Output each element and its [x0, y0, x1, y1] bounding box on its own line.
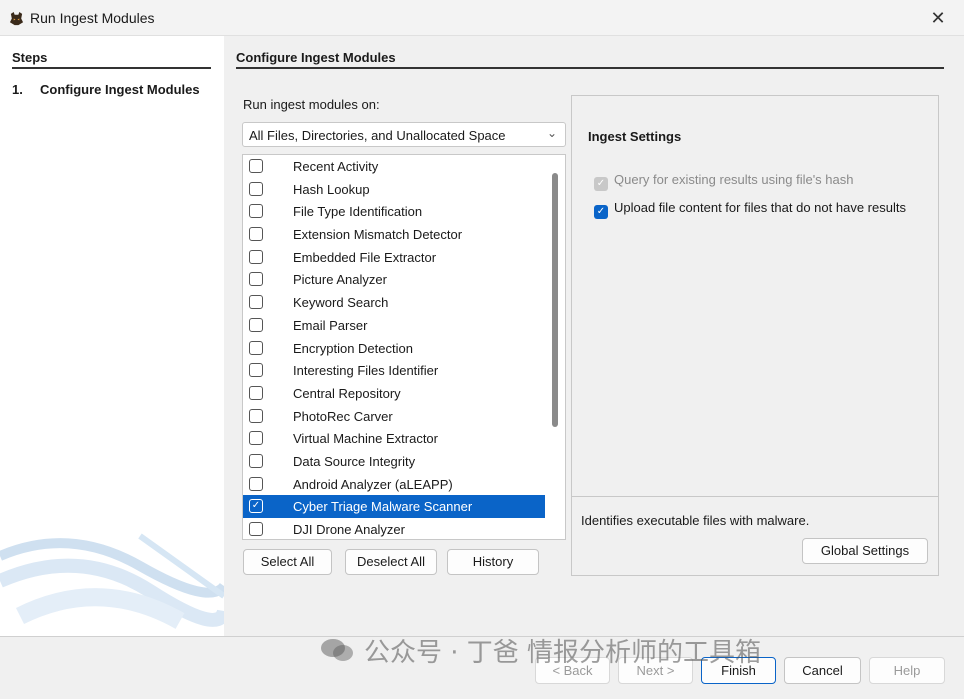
- module-label: Extension Mismatch Detector: [293, 227, 463, 243]
- checkbox-icon[interactable]: [249, 408, 263, 423]
- module-row[interactable]: Data Source Integrity: [243, 450, 545, 473]
- module-label: Virtual Machine Extractor: [293, 431, 438, 447]
- checkbox-icon[interactable]: [249, 317, 263, 332]
- module-label: PhotoRec Carver: [293, 408, 393, 424]
- run-on-dropdown[interactable]: All Files, Directories, and Unallocated …: [242, 122, 566, 147]
- module-label: Recent Activity: [293, 159, 379, 174]
- run-on-value: All Files, Directories, and Unallocated …: [249, 128, 506, 143]
- steps-panel: Steps 1. Configure Ingest Modules: [0, 36, 224, 636]
- settings-title: Ingest Settings: [588, 129, 682, 144]
- chevron-down-icon: ⌄: [546, 126, 557, 140]
- select-all-button[interactable]: Select All: [243, 549, 332, 575]
- module-row[interactable]: ✓ Cyber Triage Malware Scanner: [243, 495, 545, 518]
- module-row[interactable]: Recent Activity: [243, 155, 545, 178]
- cancel-button[interactable]: Cancel: [784, 657, 861, 684]
- checkbox-icon[interactable]: [249, 363, 263, 378]
- upload-content-label: Upload file content for files that do no…: [614, 200, 906, 215]
- ingest-settings-panel: Ingest Settings ✓ Query for existing resu…: [571, 95, 939, 576]
- module-row[interactable]: PhotoRec Carver: [243, 405, 545, 428]
- module-label: Keyword Search: [293, 295, 389, 311]
- main-panel: Configure Ingest Modules Run ingest modu…: [224, 36, 964, 636]
- module-label: Interesting Files Identifier: [293, 363, 439, 379]
- module-row[interactable]: Central Repository: [243, 382, 545, 405]
- module-label: Cyber Triage Malware Scanner: [293, 499, 473, 515]
- module-row[interactable]: Virtual Machine Extractor: [243, 427, 545, 450]
- module-list[interactable]: Recent Activity Hash Lookup File Type Iden…: [242, 154, 566, 540]
- module-row[interactable]: File Type Identification: [243, 200, 545, 223]
- module-label: Central Repository: [293, 385, 401, 401]
- help-button[interactable]: Help: [869, 657, 945, 684]
- scrollbar-thumb[interactable]: [552, 173, 558, 427]
- module-label: Picture Analyzer: [293, 272, 387, 288]
- upload-content-option[interactable]: ✓ Upload file content for files that do n…: [594, 200, 906, 219]
- module-label: File Type Identification: [293, 204, 423, 220]
- checkbox-icon[interactable]: [249, 295, 263, 310]
- footer-bar: < Back Next > Finish Cancel Help: [0, 636, 964, 699]
- run-on-label: Run ingest modules on:: [243, 97, 380, 112]
- module-label: Encryption Detection: [293, 340, 413, 356]
- checkbox-checked-icon[interactable]: ✓: [594, 205, 608, 219]
- checkbox-icon[interactable]: [249, 522, 263, 536]
- module-row[interactable]: DJI Drone Analyzer: [243, 518, 545, 539]
- module-row[interactable]: Keyword Search: [243, 291, 545, 314]
- checkbox-icon[interactable]: [249, 204, 263, 219]
- step-label: Configure Ingest Modules: [40, 82, 200, 97]
- checkbox-icon[interactable]: [249, 249, 263, 264]
- finish-button[interactable]: Finish: [701, 657, 776, 684]
- checkbox-icon[interactable]: [249, 159, 263, 173]
- steps-header: Steps: [12, 50, 211, 69]
- back-button[interactable]: < Back: [535, 657, 610, 684]
- app-logo-icon: [9, 11, 24, 26]
- module-row[interactable]: Picture Analyzer: [243, 268, 545, 291]
- decorative-waves-graphic: [0, 533, 224, 629]
- module-label: Android Analyzer (aLEAPP): [293, 476, 453, 492]
- history-button[interactable]: History: [447, 549, 539, 575]
- module-row[interactable]: Interesting Files Identifier: [243, 359, 545, 382]
- window-title: Run Ingest Modules: [30, 10, 155, 26]
- checkbox-icon[interactable]: [249, 340, 263, 355]
- module-label: Embedded File Extractor: [293, 249, 437, 265]
- step-number: 1.: [12, 82, 23, 97]
- checkbox-icon[interactable]: [249, 272, 263, 287]
- page-title: Configure Ingest Modules: [236, 50, 944, 69]
- checkbox-icon[interactable]: [249, 453, 263, 468]
- checkbox-icon[interactable]: [249, 385, 263, 400]
- module-description: Identifies executable files with malware…: [581, 513, 810, 528]
- checkbox-icon[interactable]: [249, 227, 263, 242]
- query-hash-option: ✓ Query for existing results using file's…: [594, 172, 853, 191]
- title-bar: Run Ingest Modules ✕: [0, 0, 964, 36]
- close-icon[interactable]: ✕: [930, 8, 945, 28]
- module-row[interactable]: Extension Mismatch Detector: [243, 223, 545, 246]
- next-button[interactable]: Next >: [618, 657, 693, 684]
- global-settings-button[interactable]: Global Settings: [802, 538, 928, 564]
- divider: [572, 496, 938, 497]
- close-button[interactable]: ✕: [920, 4, 956, 32]
- deselect-all-button[interactable]: Deselect All: [345, 549, 437, 575]
- checkbox-checked-icon[interactable]: ✓: [249, 499, 263, 514]
- checkbox-icon[interactable]: [249, 431, 263, 446]
- step-item-configure: 1. Configure Ingest Modules: [12, 82, 200, 97]
- module-row[interactable]: Hash Lookup: [243, 178, 545, 201]
- module-label: DJI Drone Analyzer: [293, 522, 405, 537]
- checkbox-icon[interactable]: [249, 476, 263, 491]
- module-label: Data Source Integrity: [293, 453, 416, 469]
- module-row[interactable]: Encryption Detection: [243, 337, 545, 360]
- module-label: Hash Lookup: [293, 181, 370, 197]
- checkbox-checked-disabled-icon: ✓: [594, 177, 608, 191]
- checkbox-icon[interactable]: [249, 181, 263, 196]
- module-row[interactable]: Email Parser: [243, 314, 545, 337]
- module-row[interactable]: Android Analyzer (aLEAPP): [243, 473, 545, 496]
- module-row[interactable]: Embedded File Extractor: [243, 246, 545, 269]
- module-label: Email Parser: [293, 317, 368, 333]
- query-hash-label: Query for existing results using file's …: [614, 172, 854, 187]
